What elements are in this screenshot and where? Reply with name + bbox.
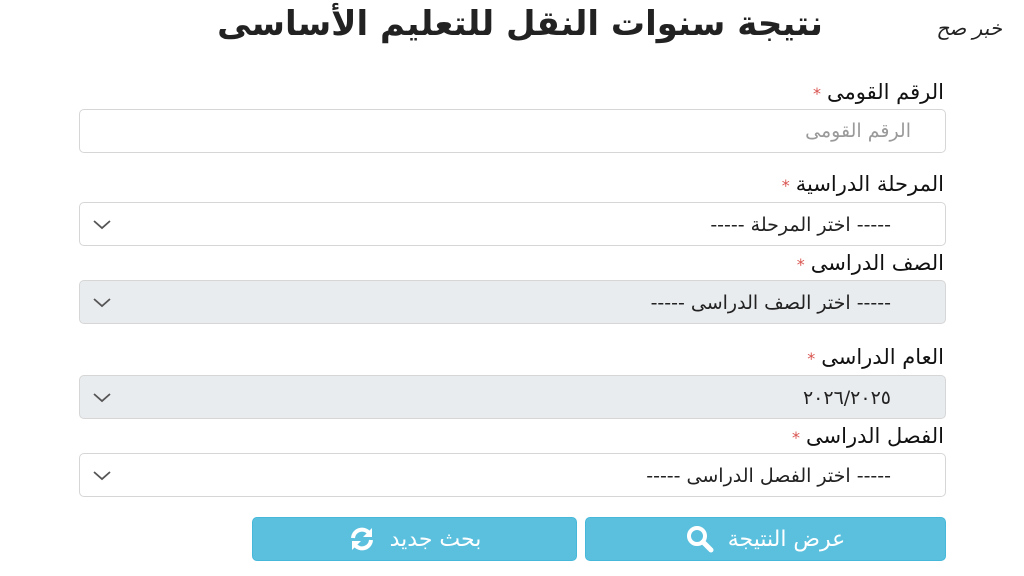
stage-label-text: المرحلة الدراسية	[795, 172, 944, 196]
search-icon	[686, 525, 714, 553]
year-label: العام الدراسى*	[807, 345, 944, 369]
required-mark: *	[807, 348, 816, 368]
national-id-label-text: الرقم القومى	[827, 80, 944, 104]
term-label: الفصل الدراسى*	[792, 424, 944, 448]
chevron-down-icon	[92, 454, 112, 498]
term-label-text: الفصل الدراسى	[806, 424, 944, 448]
chevron-down-icon	[92, 376, 112, 420]
grade-label: الصف الدراسى*	[797, 251, 944, 275]
stage-select-value: ----- اختر المرحلة -----	[710, 214, 891, 236]
show-result-button[interactable]: عرض النتيجة	[585, 517, 946, 561]
year-label-text: العام الدراسى	[821, 345, 944, 369]
required-mark: *	[813, 83, 822, 103]
term-select[interactable]: ----- اختر الفصل الدراسى -----	[79, 453, 946, 497]
chevron-down-icon	[92, 203, 112, 247]
required-mark: *	[796, 254, 805, 274]
term-select-value: ----- اختر الفصل الدراسى -----	[646, 465, 891, 487]
required-mark: *	[792, 427, 801, 447]
stage-label: المرحلة الدراسية*	[782, 172, 944, 196]
show-result-button-label: عرض النتيجة	[727, 526, 846, 552]
grade-label-text: الصف الدراسى	[810, 251, 944, 275]
year-select-value: ٢٠٢٦/٢٠٢٥	[802, 387, 891, 409]
grade-select[interactable]: ----- اختر الصف الدراسى -----	[79, 280, 946, 324]
new-search-button-label: بحث جديد	[389, 526, 482, 552]
year-select[interactable]: ٢٠٢٦/٢٠٢٥	[79, 375, 946, 419]
chevron-down-icon	[92, 281, 112, 325]
page-title: نتيجة سنوات النقل للتعليم الأساسى	[217, 4, 823, 44]
national-id-field-box	[79, 109, 946, 153]
grade-select-value: ----- اختر الصف الدراسى -----	[650, 292, 891, 314]
stage-select[interactable]: ----- اختر المرحلة -----	[79, 202, 946, 246]
required-mark: *	[781, 175, 790, 195]
watermark: خبر صح	[936, 16, 1002, 40]
national-id-label: الرقم القومى*	[813, 80, 944, 104]
new-search-button[interactable]: بحث جديد	[252, 517, 577, 561]
national-id-input[interactable]	[80, 110, 945, 152]
refresh-icon	[348, 525, 376, 553]
